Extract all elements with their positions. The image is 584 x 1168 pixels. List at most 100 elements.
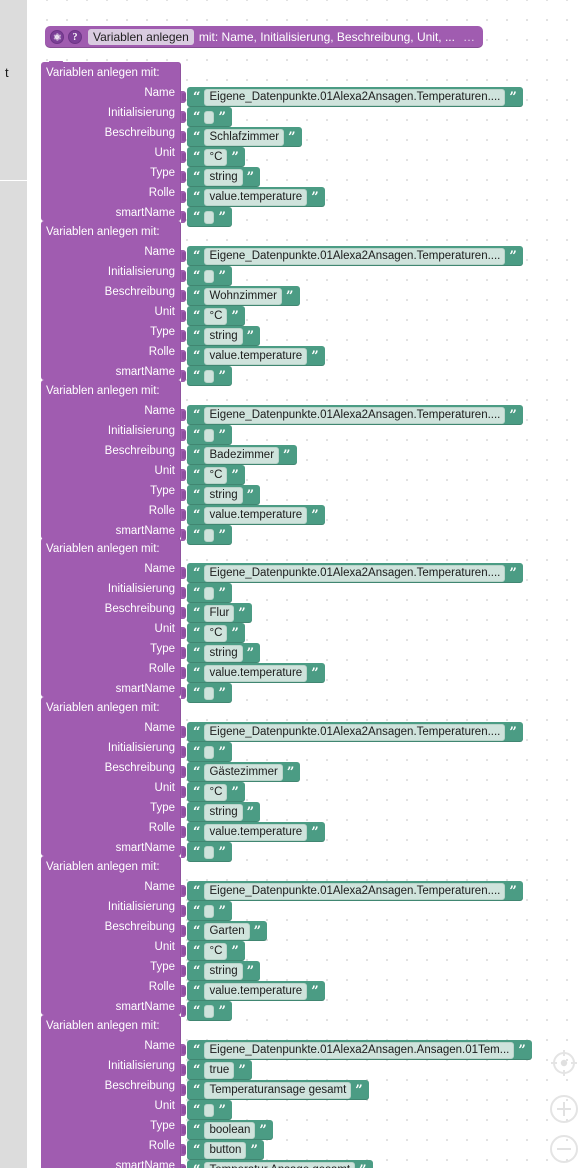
text-field-role[interactable]: value.temperature bbox=[204, 506, 308, 524]
text-value-block-unit[interactable]: “°C” bbox=[187, 306, 245, 326]
block-body[interactable]: Variablen anlegen mit: Name Initialisierun… bbox=[41, 855, 181, 1015]
text-field-type[interactable]: string bbox=[204, 803, 243, 821]
text-field-init[interactable] bbox=[204, 110, 215, 124]
text-value-block-role[interactable]: “value.temperature” bbox=[187, 187, 325, 207]
text-value-block-init[interactable]: “” bbox=[187, 583, 232, 603]
text-value-block-name[interactable]: “Eigene_Datenpunkte.01Alexa2Ansagen.Temp… bbox=[187, 246, 523, 266]
block-body[interactable]: Variablen anlegen mit: Name Initialisierun… bbox=[41, 379, 181, 539]
variable-create-block[interactable]: Variablen anlegen mit: Name Initialisierun… bbox=[41, 61, 523, 227]
variable-create-block[interactable]: Variablen anlegen mit: Name Initialisierun… bbox=[41, 696, 523, 862]
text-field-desc[interactable]: Temperaturansage gesamt bbox=[204, 1081, 352, 1099]
text-value-block-type[interactable]: “string” bbox=[187, 802, 261, 822]
block-body[interactable]: Variablen anlegen mit: Name Initialisierun… bbox=[41, 61, 181, 221]
variable-create-block[interactable]: Variablen anlegen mit: Name Initialisierun… bbox=[41, 379, 523, 545]
text-value-block-init[interactable]: “” bbox=[187, 107, 232, 127]
center-target-icon[interactable] bbox=[549, 1048, 579, 1078]
text-field-type[interactable]: string bbox=[204, 327, 243, 345]
text-value-block-name[interactable]: “Eigene_Datenpunkte.01Alexa2Ansagen.Temp… bbox=[187, 87, 523, 107]
text-field-smartname[interactable]: Temperatur Ansage gesamt bbox=[204, 1161, 356, 1168]
text-field-name[interactable]: Eigene_Datenpunkte.01Alexa2Ansagen.Tempe… bbox=[204, 88, 506, 106]
text-field-role[interactable]: value.temperature bbox=[204, 347, 308, 365]
text-field-name[interactable]: Eigene_Datenpunkte.01Alexa2Ansagen.Tempe… bbox=[204, 564, 506, 582]
block-header-collapsed[interactable]: ? Variablen anlegen mit: Name, Initialis… bbox=[45, 26, 483, 48]
text-value-block-unit[interactable]: “°C” bbox=[187, 465, 245, 485]
text-field-unit[interactable]: °C bbox=[204, 942, 228, 960]
text-value-block-smartname[interactable]: “Temperatur Ansage gesamt” bbox=[187, 1160, 373, 1168]
zoom-out-icon[interactable] bbox=[549, 1134, 579, 1164]
text-field-smartname[interactable] bbox=[204, 369, 215, 383]
text-field-desc[interactable]: Garten bbox=[204, 922, 250, 940]
block-body[interactable]: Variablen anlegen mit: Name Initialisierun… bbox=[41, 220, 181, 380]
text-value-block-role[interactable]: “value.temperature” bbox=[187, 822, 325, 842]
text-value-block-type[interactable]: “string” bbox=[187, 326, 261, 346]
text-field-desc[interactable]: Wohnzimmer bbox=[204, 287, 283, 305]
block-body[interactable]: Variablen anlegen mit: Name Initialisierun… bbox=[41, 696, 181, 856]
text-value-block-role[interactable]: “value.temperature” bbox=[187, 346, 325, 366]
variable-create-block[interactable]: Variablen anlegen mit: Name Initialisierun… bbox=[41, 855, 523, 1021]
text-field-name[interactable]: Eigene_Datenpunkte.01Alexa2Ansagen.Tempe… bbox=[204, 723, 506, 741]
variable-create-block[interactable]: Variablen anlegen mit: Name Initialisierun… bbox=[41, 537, 523, 703]
block-body[interactable]: Variablen anlegen mit: Name Initialisierun… bbox=[41, 537, 181, 697]
text-field-name[interactable]: Eigene_Datenpunkte.01Alexa2Ansagen.Tempe… bbox=[204, 882, 506, 900]
text-value-block-init[interactable]: “” bbox=[187, 425, 232, 445]
text-field-init[interactable] bbox=[204, 745, 215, 759]
text-field-role[interactable]: value.temperature bbox=[204, 664, 308, 682]
gear-icon[interactable] bbox=[50, 30, 64, 44]
text-field-unit[interactable]: °C bbox=[204, 783, 228, 801]
text-field-smartname[interactable] bbox=[204, 528, 215, 542]
text-value-block-desc[interactable]: “Temperaturansage gesamt” bbox=[187, 1080, 369, 1100]
text-value-block-type[interactable]: “string” bbox=[187, 485, 261, 505]
text-value-block-smartname[interactable]: “” bbox=[187, 842, 232, 862]
text-field-smartname[interactable] bbox=[204, 686, 215, 700]
header-pill-label[interactable]: Variablen anlegen bbox=[88, 29, 194, 45]
text-value-block-role[interactable]: “value.temperature” bbox=[187, 663, 325, 683]
text-value-block-unit[interactable]: “°C” bbox=[187, 782, 245, 802]
text-value-block-smartname[interactable]: “” bbox=[187, 683, 232, 703]
text-value-block-name[interactable]: “Eigene_Datenpunkte.01Alexa2Ansagen.Temp… bbox=[187, 563, 523, 583]
text-value-block-unit[interactable]: “°C” bbox=[187, 147, 245, 167]
variable-create-block[interactable]: Variablen anlegen mit: Name Initialisierun… bbox=[41, 220, 523, 386]
text-value-block-desc[interactable]: “Garten” bbox=[187, 921, 268, 941]
text-value-block-type[interactable]: “string” bbox=[187, 167, 261, 187]
help-icon[interactable]: ? bbox=[68, 30, 82, 44]
text-field-unit[interactable]: °C bbox=[204, 624, 228, 642]
text-value-block-type[interactable]: “string” bbox=[187, 643, 261, 663]
text-value-block-desc[interactable]: “Flur” bbox=[187, 603, 252, 623]
text-field-role[interactable]: value.temperature bbox=[204, 982, 308, 1000]
text-field-unit[interactable]: °C bbox=[204, 307, 228, 325]
text-field-role[interactable]: button bbox=[204, 1141, 247, 1159]
block-body[interactable]: Variablen anlegen mit: Name Initialisierun… bbox=[41, 1014, 181, 1168]
header-more-indicator[interactable]: … bbox=[463, 30, 476, 44]
text-value-block-desc[interactable]: “Wohnzimmer” bbox=[187, 286, 300, 306]
text-value-block-init[interactable]: “” bbox=[187, 742, 232, 762]
text-value-block-init[interactable]: “true” bbox=[187, 1060, 252, 1080]
text-field-init[interactable] bbox=[204, 269, 215, 283]
text-field-name[interactable]: Eigene_Datenpunkte.01Alexa2Ansagen.Tempe… bbox=[204, 406, 506, 424]
text-field-smartname[interactable] bbox=[204, 845, 215, 859]
text-value-block-name[interactable]: “Eigene_Datenpunkte.01Alexa2Ansagen.Temp… bbox=[187, 405, 523, 425]
text-value-block-smartname[interactable]: “” bbox=[187, 366, 232, 386]
text-field-unit[interactable]: °C bbox=[204, 466, 228, 484]
text-value-block-unit[interactable]: “°C” bbox=[187, 623, 245, 643]
text-value-block-name[interactable]: “Eigene_Datenpunkte.01Alexa2Ansagen.Ansa… bbox=[187, 1040, 532, 1060]
text-field-type[interactable]: string bbox=[204, 644, 243, 662]
text-field-type[interactable]: string bbox=[204, 962, 243, 980]
text-field-unit[interactable]: °C bbox=[204, 148, 228, 166]
zoom-in-icon[interactable] bbox=[549, 1094, 579, 1124]
text-field-type[interactable]: string bbox=[204, 168, 243, 186]
text-field-desc[interactable]: Schlafzimmer bbox=[204, 128, 285, 146]
text-value-block-name[interactable]: “Eigene_Datenpunkte.01Alexa2Ansagen.Temp… bbox=[187, 881, 523, 901]
text-value-block-role[interactable]: “value.temperature” bbox=[187, 505, 325, 525]
text-value-block-smartname[interactable]: “” bbox=[187, 1001, 232, 1021]
text-value-block-desc[interactable]: “Gästezimmer” bbox=[187, 762, 301, 782]
text-field-name[interactable]: Eigene_Datenpunkte.01Alexa2Ansagen.Ansag… bbox=[204, 1041, 515, 1059]
text-value-block-init[interactable]: “” bbox=[187, 266, 232, 286]
text-field-role[interactable]: value.temperature bbox=[204, 823, 308, 841]
text-field-smartname[interactable] bbox=[204, 1004, 215, 1018]
text-value-block-unit[interactable]: “°C” bbox=[187, 941, 245, 961]
text-field-init[interactable] bbox=[204, 586, 215, 600]
text-value-block-name[interactable]: “Eigene_Datenpunkte.01Alexa2Ansagen.Temp… bbox=[187, 722, 523, 742]
text-field-unit[interactable] bbox=[204, 1103, 215, 1117]
text-field-desc[interactable]: Badezimmer bbox=[204, 446, 280, 464]
text-field-init[interactable] bbox=[204, 904, 215, 918]
